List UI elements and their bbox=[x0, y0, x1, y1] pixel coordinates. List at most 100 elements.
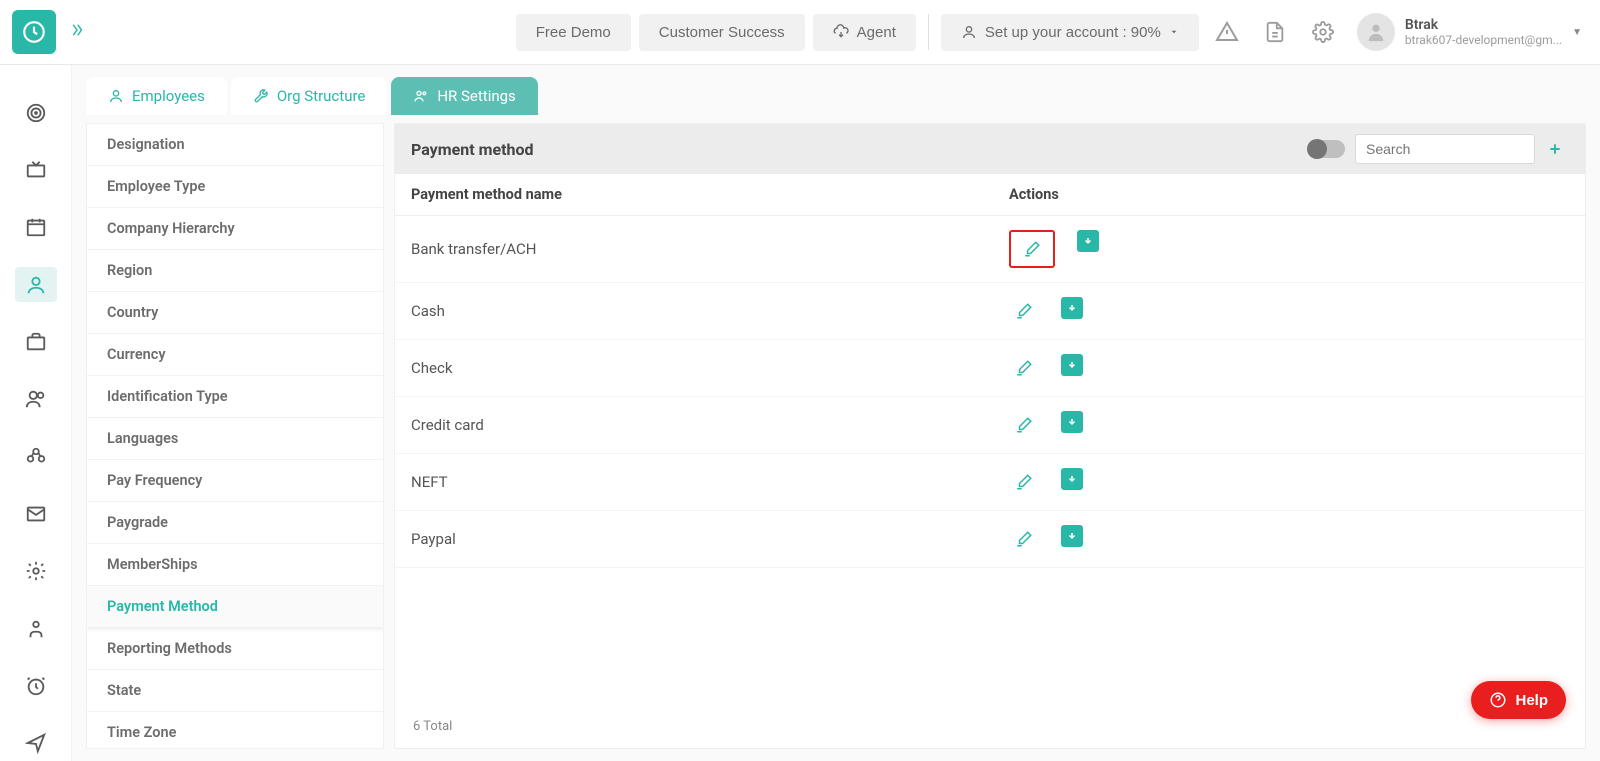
settings-panel: DesignationEmployee TypeCompany Hierarch… bbox=[86, 123, 384, 749]
briefcase-icon bbox=[25, 331, 47, 353]
rail-mail[interactable] bbox=[15, 496, 57, 531]
edit-icon bbox=[1015, 359, 1033, 377]
rail-target[interactable] bbox=[15, 95, 57, 130]
rail-users[interactable] bbox=[15, 382, 57, 417]
profile-email: btrak607-development@gm... bbox=[1405, 33, 1562, 47]
free-demo-button[interactable]: Free Demo bbox=[516, 14, 631, 51]
settings-item[interactable]: Pay Frequency bbox=[87, 460, 383, 502]
alert-button[interactable] bbox=[1207, 12, 1247, 52]
settings-item[interactable]: Reporting Methods bbox=[87, 628, 383, 670]
table-title: Payment method bbox=[411, 140, 1309, 159]
col-name-header: Payment method name bbox=[411, 186, 1009, 203]
row-name: NEFT bbox=[411, 473, 1009, 491]
document-button[interactable] bbox=[1255, 12, 1295, 52]
edit-button[interactable] bbox=[1009, 230, 1055, 268]
tab-hr-settings[interactable]: HR Settings bbox=[391, 77, 537, 115]
payment-method-panel: Payment method Payment method name Actio… bbox=[394, 123, 1586, 749]
agent-button[interactable]: Agent bbox=[813, 14, 916, 51]
send-icon bbox=[25, 732, 47, 754]
rail-clock[interactable] bbox=[15, 668, 57, 703]
row-name: Credit card bbox=[411, 416, 1009, 434]
row-name: Cash bbox=[411, 302, 1009, 320]
data-body: Bank transfer/ACHCashCheckCredit cardNEF… bbox=[395, 216, 1585, 705]
settings-item[interactable]: Paygrade bbox=[87, 502, 383, 544]
table-row: Bank transfer/ACH bbox=[395, 216, 1585, 283]
toggle-switch[interactable] bbox=[1309, 140, 1345, 158]
edit-icon bbox=[1015, 416, 1033, 434]
tab-org-structure[interactable]: Org Structure bbox=[231, 77, 388, 115]
settings-item[interactable]: MemberShips bbox=[87, 544, 383, 586]
user-icon bbox=[108, 88, 124, 104]
edit-button[interactable] bbox=[1009, 525, 1039, 553]
rail-briefcase[interactable] bbox=[15, 324, 57, 359]
settings-item[interactable]: Designation bbox=[87, 124, 383, 166]
row-actions bbox=[1009, 468, 1569, 496]
rail-settings[interactable] bbox=[15, 554, 57, 589]
edit-button[interactable] bbox=[1009, 354, 1039, 382]
archive-button[interactable] bbox=[1077, 230, 1099, 252]
alarm-icon bbox=[25, 675, 47, 697]
table-row: NEFT bbox=[395, 454, 1585, 511]
archive-button[interactable] bbox=[1061, 525, 1083, 547]
add-button[interactable] bbox=[1541, 135, 1569, 163]
expand-sidebar-button[interactable] bbox=[64, 17, 90, 47]
help-icon bbox=[1489, 691, 1507, 709]
profile-dropdown[interactable]: Btrak btrak607-development@gm... ▼ bbox=[1351, 13, 1588, 51]
settings-item[interactable]: State bbox=[87, 670, 383, 712]
table-footer: 6 Total bbox=[395, 705, 1585, 748]
calendar-icon bbox=[25, 216, 47, 238]
archive-icon bbox=[1066, 416, 1078, 428]
edit-button[interactable] bbox=[1009, 468, 1039, 496]
user-icon bbox=[25, 274, 47, 296]
mail-icon bbox=[25, 503, 47, 525]
settings-item[interactable]: Time Zone bbox=[87, 712, 383, 749]
team-icon bbox=[25, 446, 47, 468]
user-icon bbox=[961, 24, 977, 40]
edit-icon bbox=[1023, 240, 1041, 258]
rail-calendar[interactable] bbox=[15, 210, 57, 245]
row-actions bbox=[1009, 297, 1569, 325]
archive-icon bbox=[1066, 530, 1078, 542]
customer-success-button[interactable]: Customer Success bbox=[639, 14, 805, 51]
left-rail bbox=[0, 65, 72, 761]
settings-item[interactable]: Employee Type bbox=[87, 166, 383, 208]
rail-team[interactable] bbox=[15, 439, 57, 474]
settings-button[interactable] bbox=[1303, 12, 1343, 52]
row-actions bbox=[1009, 230, 1569, 268]
settings-item[interactable]: Region bbox=[87, 250, 383, 292]
archive-button[interactable] bbox=[1061, 354, 1083, 376]
avatar-icon bbox=[1365, 21, 1387, 43]
rail-send[interactable] bbox=[15, 726, 57, 761]
archive-button[interactable] bbox=[1061, 411, 1083, 433]
settings-item[interactable]: Currency bbox=[87, 334, 383, 376]
edit-button[interactable] bbox=[1009, 411, 1039, 439]
settings-item[interactable]: Languages bbox=[87, 418, 383, 460]
edit-button[interactable] bbox=[1009, 297, 1039, 325]
rail-tv[interactable] bbox=[15, 152, 57, 187]
settings-item[interactable]: Identification Type bbox=[87, 376, 383, 418]
clock-icon bbox=[21, 19, 47, 45]
col-actions-header: Actions bbox=[1009, 186, 1569, 203]
logo[interactable] bbox=[12, 10, 56, 54]
target-icon bbox=[25, 102, 47, 124]
rail-person[interactable] bbox=[15, 611, 57, 646]
warning-icon bbox=[1215, 20, 1239, 44]
gear-icon bbox=[25, 560, 47, 582]
edit-icon bbox=[1015, 302, 1033, 320]
profile-name: Btrak bbox=[1405, 17, 1562, 33]
archive-button[interactable] bbox=[1061, 468, 1083, 490]
setup-account-button[interactable]: Set up your account : 90% bbox=[941, 14, 1199, 51]
help-button[interactable]: Help bbox=[1471, 681, 1566, 719]
settings-item[interactable]: Company Hierarchy bbox=[87, 208, 383, 250]
users-icon bbox=[413, 88, 429, 104]
table-row: Credit card bbox=[395, 397, 1585, 454]
tab-employees[interactable]: Employees bbox=[86, 77, 227, 115]
rail-user[interactable] bbox=[15, 267, 57, 302]
topbar: Free Demo Customer Success Agent Set up … bbox=[0, 0, 1600, 65]
archive-button[interactable] bbox=[1061, 297, 1083, 319]
settings-item[interactable]: Payment Method bbox=[87, 586, 383, 628]
tools-icon bbox=[253, 88, 269, 104]
download-cloud-icon bbox=[833, 24, 849, 40]
settings-item[interactable]: Country bbox=[87, 292, 383, 334]
search-input[interactable] bbox=[1355, 134, 1535, 164]
